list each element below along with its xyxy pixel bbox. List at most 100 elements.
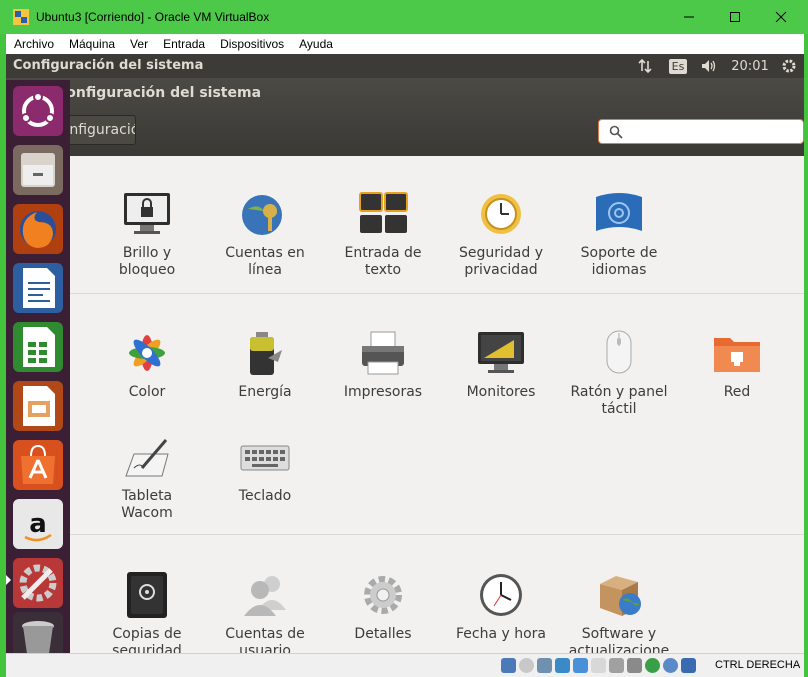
settings-header: Configuración del sistema Configuración — [6, 78, 804, 156]
menu-dispositivos[interactable]: Dispositivos — [220, 37, 284, 51]
item-impresoras[interactable]: Impresoras — [324, 328, 442, 401]
item-label: Monitores — [466, 384, 536, 400]
language-flag-icon — [592, 189, 646, 239]
network-icon[interactable] — [555, 658, 570, 673]
item-seguridad-privacidad[interactable]: Seguridad y privacidad — [442, 189, 560, 279]
item-label: Impresoras — [343, 384, 423, 400]
item-copias-seguridad[interactable]: Copias de seguridad — [88, 570, 206, 653]
maximize-button[interactable] — [712, 0, 758, 34]
item-label: Copias de seguridad — [112, 626, 182, 653]
settings-grid: Brillo y bloqueo Cuentas en línea Entrad… — [70, 156, 804, 653]
guest-screen: Configuración del sistema Es 20:01 Confi… — [6, 54, 804, 653]
online-accounts-icon — [238, 189, 292, 239]
item-label: Software y actualizacione — [568, 626, 670, 653]
keyboard-input-icon — [356, 189, 410, 239]
menu-ver[interactable]: Ver — [130, 37, 148, 51]
item-software-actualizaciones[interactable]: Software y actualizacione — [560, 570, 678, 653]
item-monitores[interactable]: Monitores — [442, 328, 560, 401]
close-button[interactable] — [758, 0, 804, 34]
virtualbox-window: Ubuntu3 [Corriendo] - Oracle VM VirtualB… — [0, 0, 808, 677]
clock-indicator[interactable]: 20:01 — [730, 57, 770, 75]
item-label: Cuentas de usuario — [225, 626, 305, 653]
keyboard-icon — [238, 432, 292, 482]
software-box-icon — [592, 570, 646, 620]
color-icon — [120, 328, 174, 378]
host-key-icon[interactable] — [681, 658, 696, 673]
ubuntu-dash-icon[interactable] — [13, 86, 63, 136]
item-label: Red — [723, 384, 751, 400]
audio-icon[interactable] — [537, 658, 552, 673]
firefox-icon[interactable] — [13, 204, 63, 254]
files-icon[interactable] — [13, 145, 63, 195]
impress-icon[interactable] — [13, 381, 63, 431]
writer-icon[interactable] — [13, 263, 63, 313]
clock-icon — [474, 570, 528, 620]
session-gear-icon[interactable] — [780, 57, 798, 75]
optical-drive-icon[interactable] — [519, 658, 534, 673]
section-separator — [70, 293, 804, 294]
item-tableta-wacom[interactable]: Tableta Wacom — [88, 432, 206, 522]
item-label: Tableta Wacom — [121, 488, 173, 521]
menu-archivo[interactable]: Archivo — [14, 37, 54, 51]
menu-maquina[interactable]: Máquina — [69, 37, 115, 51]
item-color[interactable]: Color — [88, 328, 206, 401]
amazon-icon[interactable]: a — [13, 499, 63, 549]
item-entrada-texto[interactable]: Entrada de texto — [324, 189, 442, 279]
minimize-button[interactable] — [666, 0, 712, 34]
menubar: Archivo Máquina Ver Entrada Dispositivos… — [6, 34, 804, 54]
wacom-tablet-icon — [120, 432, 174, 482]
item-label: Color — [128, 384, 166, 400]
network-folder-icon — [710, 328, 764, 378]
item-red[interactable]: Red — [678, 328, 796, 401]
item-raton-panel[interactable]: Ratón y panel táctil — [560, 328, 678, 418]
software-center-icon[interactable] — [13, 440, 63, 490]
item-label: Fecha y hora — [455, 626, 546, 642]
hard-disk-icon[interactable] — [501, 658, 516, 673]
section-separator — [70, 534, 804, 535]
calc-icon[interactable] — [13, 322, 63, 372]
item-detalles[interactable]: Detalles — [324, 570, 442, 643]
virtualbox-icon — [13, 9, 29, 25]
item-energia[interactable]: Energía — [206, 328, 324, 401]
volume-icon[interactable] — [698, 57, 720, 75]
item-label: Energía — [238, 384, 292, 400]
panel-title: Configuración del sistema — [13, 58, 204, 73]
usb-icon[interactable] — [573, 658, 588, 673]
item-teclado[interactable]: Teclado — [206, 432, 324, 505]
shared-folders-icon[interactable] — [591, 658, 606, 673]
battery-icon — [238, 328, 292, 378]
settings-icon[interactable] — [13, 558, 63, 608]
network-transfer-icon[interactable] — [635, 57, 655, 75]
host-key-label: CTRL DERECHA — [715, 659, 801, 671]
display-icon[interactable] — [609, 658, 624, 673]
unity-launcher: a — [6, 80, 70, 662]
menu-entrada[interactable]: Entrada — [163, 37, 205, 51]
svg-text:a: a — [29, 509, 47, 539]
search-field[interactable] — [598, 119, 804, 144]
printer-icon — [356, 328, 410, 378]
privacy-clock-icon — [474, 189, 528, 239]
safe-icon — [120, 570, 174, 620]
item-soporte-idiomas[interactable]: Soporte de idiomas — [560, 189, 678, 279]
video-capture-icon[interactable] — [627, 658, 642, 673]
mouse-integration-icon[interactable] — [663, 658, 678, 673]
item-brillo-bloqueo[interactable]: Brillo y bloqueo — [88, 189, 206, 279]
menu-ayuda[interactable]: Ayuda — [299, 37, 333, 51]
item-label: Cuentas en línea — [225, 245, 305, 278]
keyboard-layout-indicator[interactable]: Es — [667, 57, 689, 75]
monitor-icon — [474, 328, 528, 378]
device-icons — [501, 658, 696, 673]
item-label: Entrada de texto — [344, 245, 422, 278]
item-label: Brillo y bloqueo — [118, 245, 176, 278]
item-label: Seguridad y privacidad — [459, 245, 543, 278]
item-cuentas-linea[interactable]: Cuentas en línea — [206, 189, 324, 279]
virtualization-icon[interactable] — [645, 658, 660, 673]
item-fecha-hora[interactable]: Fecha y hora — [442, 570, 560, 643]
users-icon — [238, 570, 292, 620]
mouse-icon — [592, 328, 646, 378]
item-label: Soporte de idiomas — [580, 245, 658, 278]
window-heading: Configuración del sistema — [56, 85, 262, 101]
item-cuentas-usuario[interactable]: Cuentas de usuario — [206, 570, 324, 653]
ubuntu-top-panel: Configuración del sistema Es 20:01 — [6, 54, 804, 78]
lock-monitor-icon — [120, 189, 174, 239]
